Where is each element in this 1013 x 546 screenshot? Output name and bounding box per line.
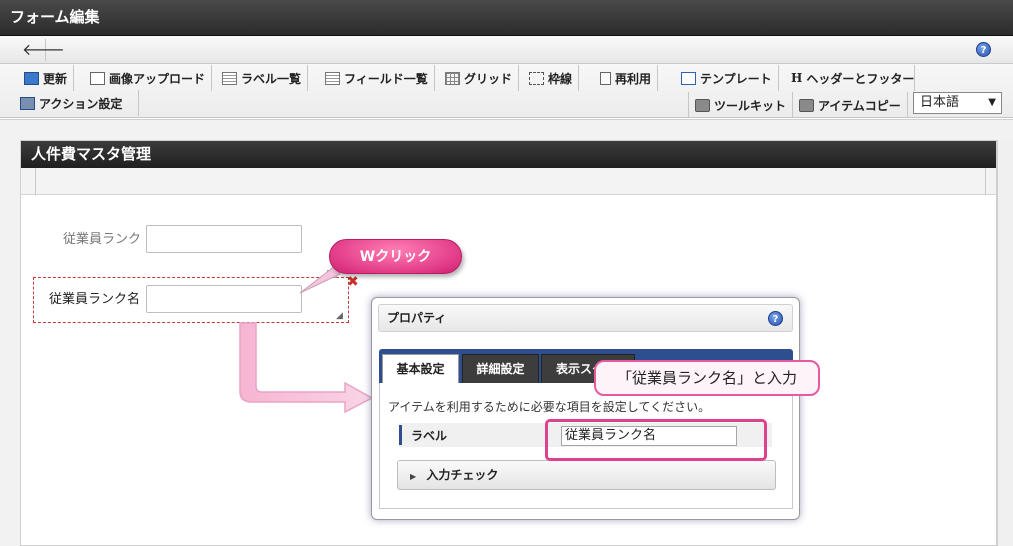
item-copy-button[interactable]: アイテムコピー: [793, 92, 908, 118]
label-list-button[interactable]: ラベル一覧: [216, 65, 309, 91]
item-copy-button-label: アイテムコピー: [818, 98, 901, 113]
field-list-button-label: フィールド一覧: [344, 71, 428, 86]
row-marker: [399, 425, 402, 445]
language-select-value: 日本語: [920, 95, 960, 110]
reuse-button[interactable]: 再利用: [594, 65, 659, 91]
dialog-help-icon[interactable]: ?: [768, 311, 783, 326]
field-label-employee-rank: 従業員ランク: [62, 232, 141, 247]
property-label: ラベル: [411, 429, 448, 443]
form-subheader: [21, 168, 996, 195]
border-button[interactable]: 枠線: [523, 65, 580, 91]
label-list-button-label: ラベル一覧: [241, 71, 302, 86]
highlight-box: [545, 419, 767, 461]
close-icon[interactable]: ✖: [347, 274, 359, 290]
grid-button[interactable]: グリッド: [439, 65, 520, 91]
input-hint-callout: 「従業員ランク名」と入力: [594, 360, 820, 396]
dialog-title: プロパティ: [378, 304, 793, 332]
input-check-label: 入力チェック: [426, 468, 499, 482]
image-upload-button-label: 画像アップロード: [109, 71, 206, 86]
header-footer-button-label: ヘッダーとフッター: [806, 71, 915, 86]
field-label-employee-rank-name: 従業員ランク名: [48, 292, 140, 307]
item-copy-icon: [799, 98, 814, 112]
grid-button-label: グリッド: [464, 71, 513, 86]
action-settings-button[interactable]: アクション設定: [14, 90, 139, 116]
border-button-label: 枠線: [548, 71, 573, 86]
grid-icon: [445, 71, 460, 85]
help-icon[interactable]: ?: [976, 42, 991, 57]
input-check-accordion[interactable]: ▶ 入力チェック: [397, 460, 776, 490]
template-button[interactable]: テンプレート: [675, 65, 779, 91]
action-settings-icon: [20, 96, 35, 110]
field-list-icon: [325, 71, 340, 85]
action-settings-button-label: アクション設定: [39, 96, 123, 111]
reuse-icon: [600, 71, 611, 85]
back-arrow-icon[interactable]: 🡐: [10, 39, 65, 61]
property-dialog: プロパティ ? 基本設定 詳細設定 表示スタイル アイテムを利用するために必要な…: [371, 297, 800, 520]
toolkit-button-label: ツールキット: [714, 98, 787, 113]
chevron-down-icon: ▼: [988, 97, 996, 108]
double-click-callout: Wクリック: [329, 239, 462, 274]
reuse-button-label: 再利用: [615, 71, 652, 86]
template-button-label: テンプレート: [700, 71, 772, 86]
border-icon: [529, 71, 544, 85]
dialog-description: アイテムを利用するために必要な項目を設定してください。: [388, 400, 711, 414]
label-list-icon: [222, 71, 237, 85]
update-icon: [24, 71, 39, 85]
navigation-bar: 🡐 ?: [0, 36, 1013, 64]
update-button[interactable]: 更新: [18, 65, 75, 91]
field-list-button[interactable]: フィールド一覧: [319, 65, 435, 91]
employee-rank-name-input[interactable]: [146, 285, 302, 313]
tab-basic-settings[interactable]: 基本設定: [382, 354, 459, 383]
image-upload-icon: [90, 71, 105, 85]
chevron-right-icon: ▶: [410, 472, 417, 481]
header-footer-icon: H: [791, 71, 803, 85]
vertical-scrollbar[interactable]: [997, 140, 1013, 546]
move-handle[interactable]: [327, 270, 337, 278]
language-select[interactable]: 日本語 ▼: [913, 92, 1002, 114]
tab-detail-settings[interactable]: 詳細設定: [462, 354, 539, 383]
toolbar: 更新 画像アップロード ラベル一覧 フィールド一覧 グリッド 枠線 再利用 テン…: [0, 64, 1013, 118]
resize-grip-icon[interactable]: ◢: [336, 311, 343, 321]
image-upload-button[interactable]: 画像アップロード: [84, 65, 213, 91]
toolkit-icon: [695, 98, 710, 112]
update-button-label: 更新: [43, 71, 68, 86]
toolkit-button[interactable]: ツールキット: [688, 92, 794, 118]
header-footer-button[interactable]: H ヘッダーとフッター: [785, 65, 915, 91]
window-title: フォーム編集: [0, 0, 1013, 36]
employee-rank-input[interactable]: [146, 225, 302, 253]
template-icon: [681, 71, 696, 85]
dialog-title-text: プロパティ: [387, 311, 447, 325]
form-title: 人件費マスタ管理: [21, 141, 996, 168]
